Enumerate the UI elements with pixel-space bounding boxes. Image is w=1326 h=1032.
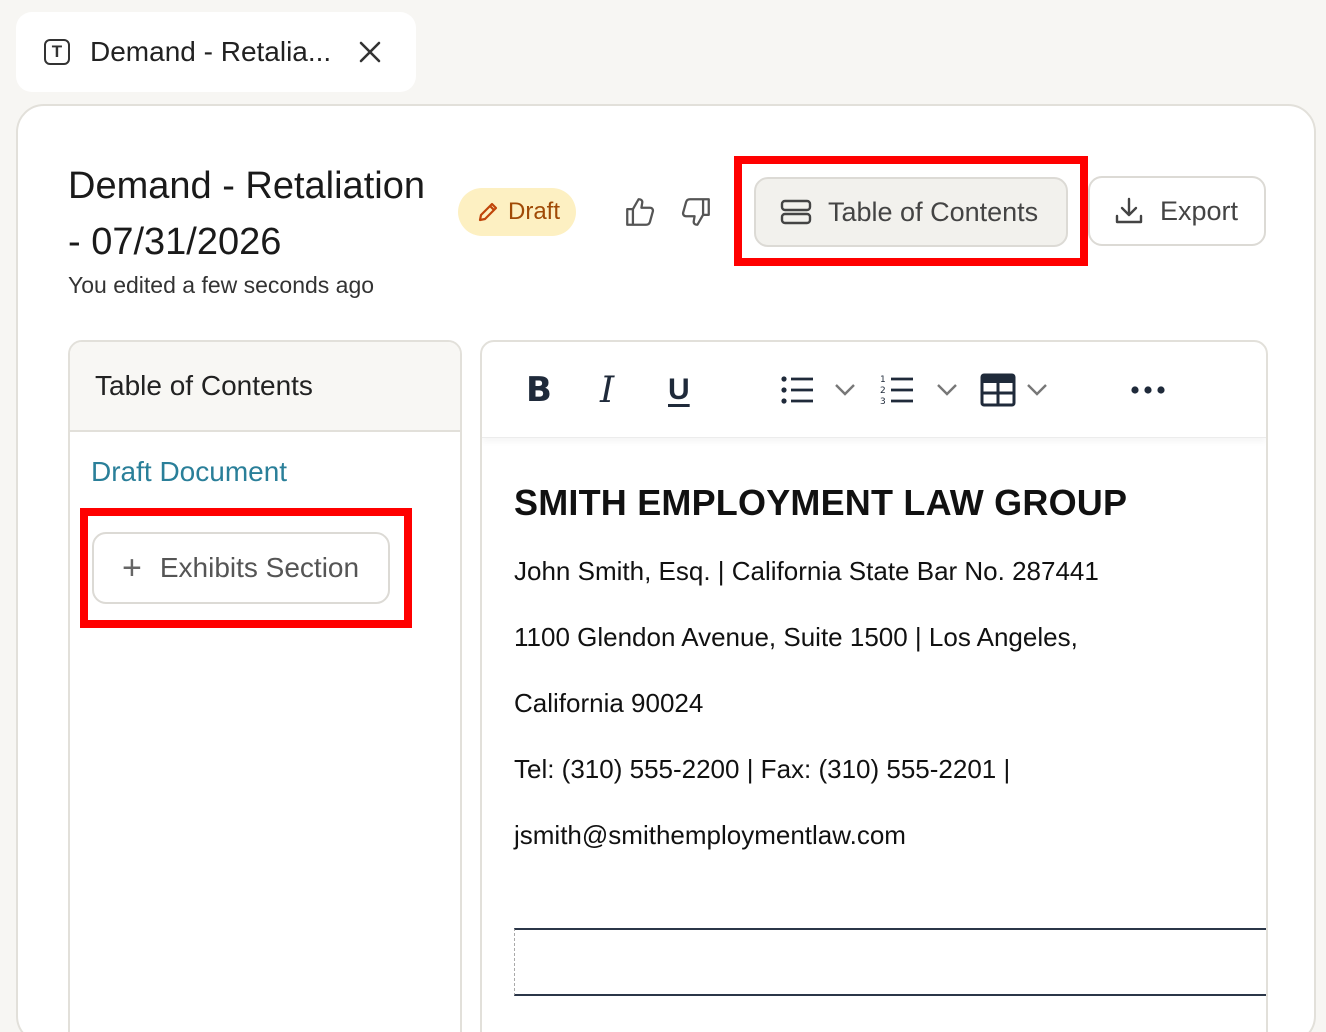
highlight-box-exhibits xyxy=(80,508,412,628)
letterhead-line: 1100 Glendon Avenue, Suite 1500 | Los An… xyxy=(514,622,1078,652)
status-badge-label: Draft xyxy=(508,198,561,225)
numbered-list-icon: 123 xyxy=(880,375,913,407)
letterhead-line: jsmith@smithemploymentlaw.com xyxy=(514,820,906,850)
bold-button[interactable]: B xyxy=(526,368,552,412)
export-button[interactable]: Export xyxy=(1088,176,1266,246)
document-tab[interactable]: T Demand - Retalia... xyxy=(16,12,416,92)
document-content[interactable]: SMITH EMPLOYMENT LAW GROUP John Smith, E… xyxy=(514,482,1266,850)
export-button-label: Export xyxy=(1160,195,1239,226)
table-of-contents-button[interactable]: Table of Contents xyxy=(754,177,1068,247)
svg-text:1: 1 xyxy=(880,375,886,385)
table-of-contents-button-label: Table of Contents xyxy=(828,196,1039,227)
letterhead-line: Tel: (310) 555-2200 | Fax: (310) 555-220… xyxy=(514,754,1011,784)
svg-text:3: 3 xyxy=(880,397,886,407)
toc-link-draft-document[interactable]: Draft Document xyxy=(91,456,287,488)
chevron-down-icon[interactable] xyxy=(834,368,856,412)
page-title: Demand - Retaliation - 07/31/2026 xyxy=(68,165,425,263)
pencil-icon xyxy=(478,202,498,222)
table-button[interactable] xyxy=(980,368,1016,412)
document-editor[interactable]: B I U 123 SMITH EMPLOYMENT LAW GROUP Joh… xyxy=(480,340,1268,1032)
svg-text:2: 2 xyxy=(880,386,886,396)
thumbs-up-icon[interactable] xyxy=(620,192,660,232)
tab-title: Demand - Retalia... xyxy=(90,36,332,67)
download-icon xyxy=(1115,197,1143,224)
bullet-list-button[interactable] xyxy=(780,368,816,412)
numbered-list-button[interactable]: 123 xyxy=(880,368,916,412)
letterhead-line: California 90024 xyxy=(514,688,704,718)
formatting-toolbar: B I U 123 xyxy=(482,342,1266,438)
more-options-icon[interactable] xyxy=(1130,368,1166,412)
chevron-down-icon[interactable] xyxy=(936,368,958,412)
document-card: Demand - Retaliation - 07/31/2026 You ed… xyxy=(16,104,1316,1032)
letterhead-divider xyxy=(514,928,1266,996)
table-icon xyxy=(980,373,1016,407)
chevron-down-icon[interactable] xyxy=(1026,368,1048,412)
italic-button[interactable]: I xyxy=(600,368,614,412)
toc-panel: Table of Contents Draft Document + Exhib… xyxy=(68,340,462,1032)
letterhead-line: John Smith, Esq. | California State Bar … xyxy=(514,556,1099,586)
toc-panel-title: Table of Contents xyxy=(70,342,460,432)
thumbs-down-icon[interactable] xyxy=(676,192,716,232)
firm-name-heading: SMITH EMPLOYMENT LAW GROUP xyxy=(514,482,1128,523)
underline-button[interactable]: U xyxy=(668,368,690,412)
close-icon[interactable] xyxy=(354,36,386,68)
document-icon: T xyxy=(44,39,70,65)
list-layout-icon xyxy=(780,199,812,225)
status-badge: Draft xyxy=(458,188,577,236)
last-edited-text: You edited a few seconds ago xyxy=(68,272,375,298)
bullet-list-icon xyxy=(781,376,813,404)
